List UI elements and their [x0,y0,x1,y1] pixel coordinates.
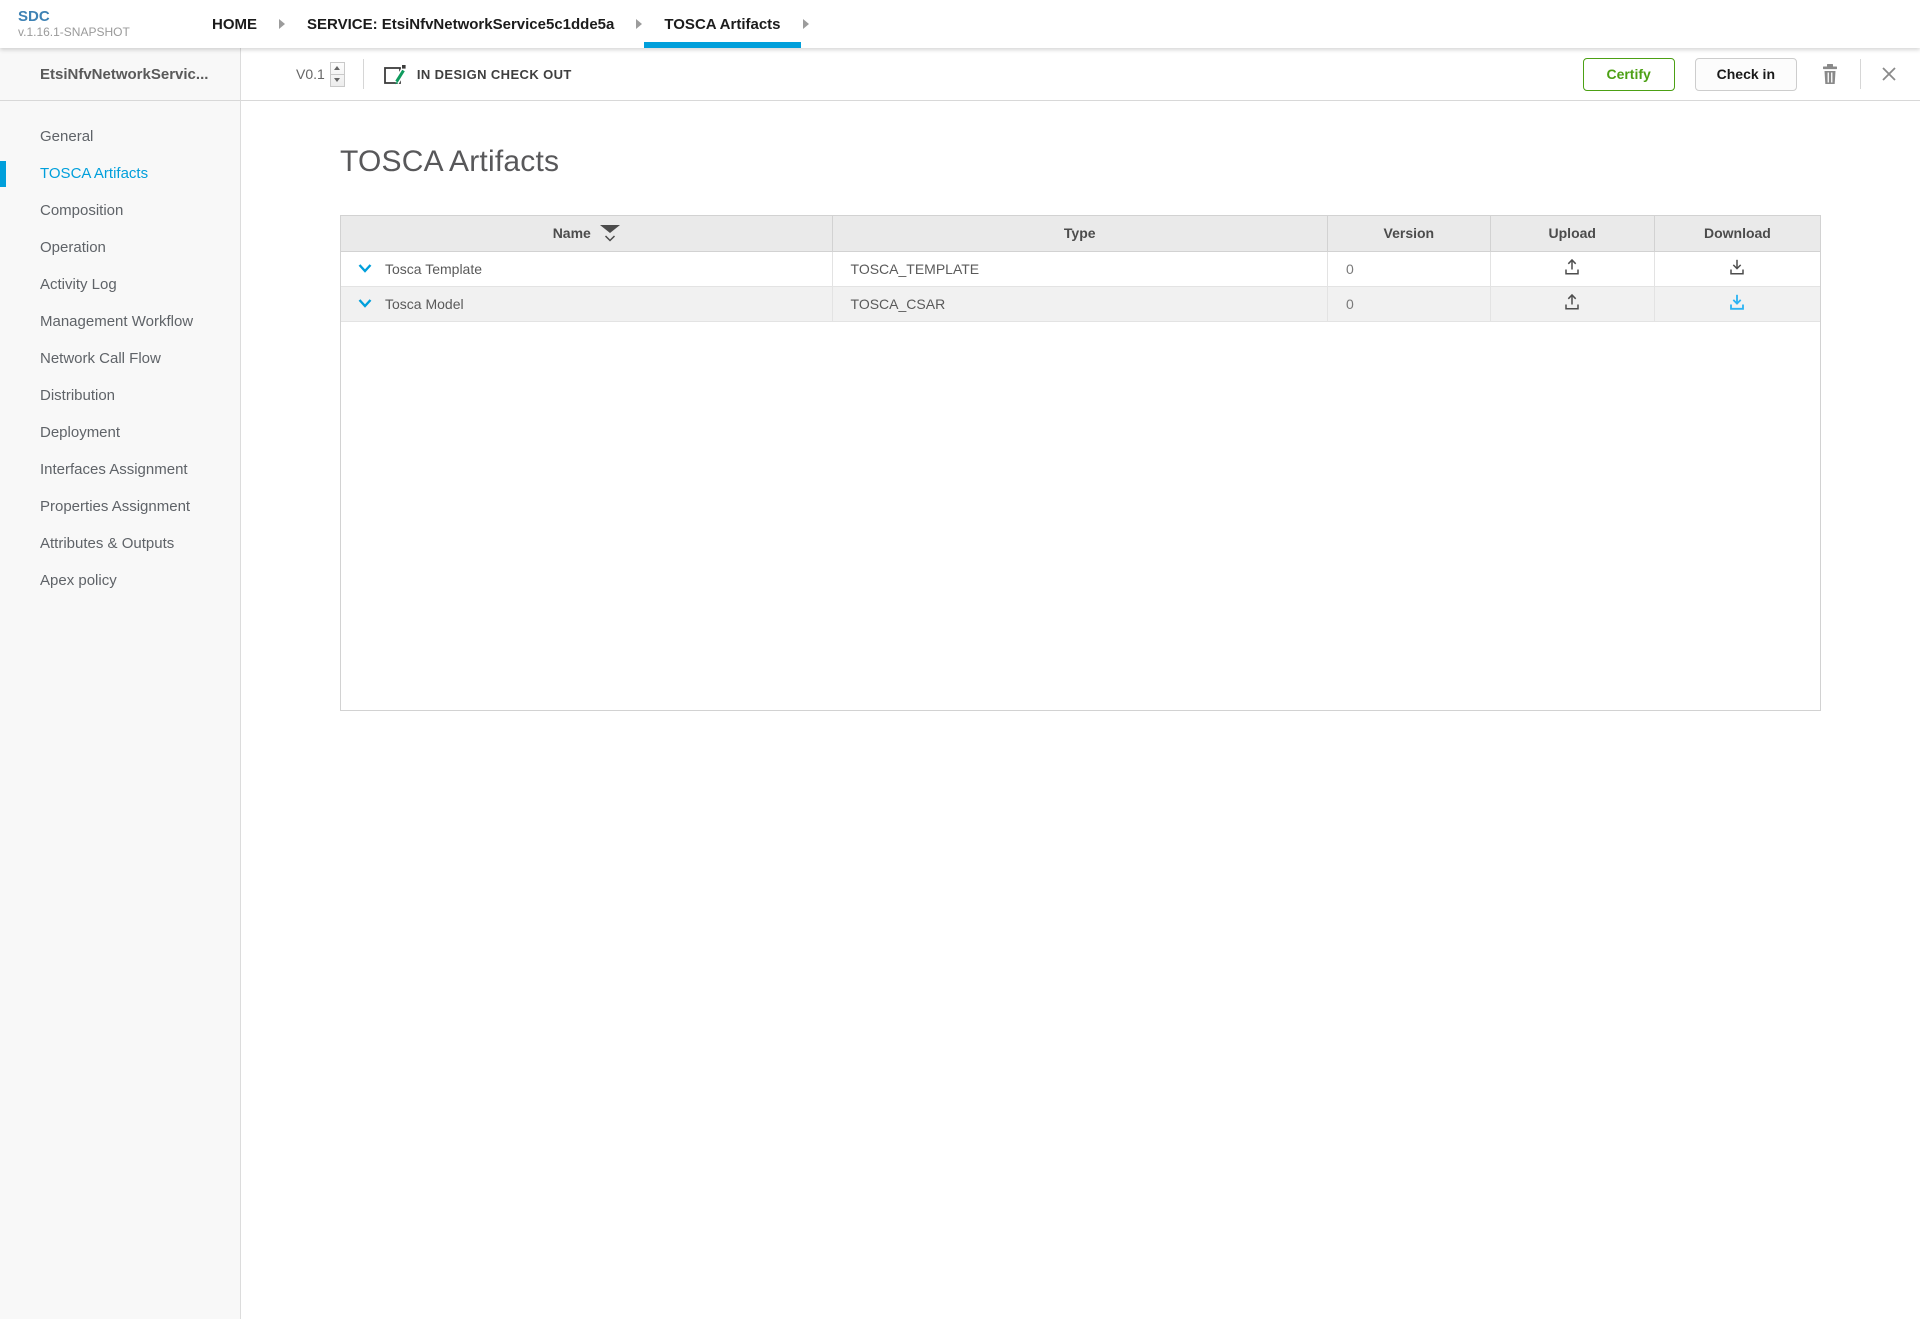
version-selector[interactable]: V0.1 [296,62,345,87]
top-nav-bar: SDC v.1.16.1-SNAPSHOT HOME SERVICE: Etsi… [0,0,1920,48]
action-toolbar: V0.1 IN DESIGN CHECK OUT [241,48,1920,101]
app-version-text: v.1.16.1-SNAPSHOT [18,26,196,40]
delete-button[interactable] [1819,62,1841,86]
column-header-download[interactable]: Download [1654,216,1820,251]
artifact-version: 0 [1327,286,1490,321]
breadcrumb-arrow-icon [636,19,642,29]
artifact-type: TOSCA_TEMPLATE [832,251,1327,286]
checkout-pencil-icon [382,62,407,87]
upload-icon[interactable] [1562,257,1582,280]
certify-button[interactable]: Certify [1583,58,1675,91]
expand-chevron-down-icon[interactable] [357,263,373,274]
sidebar-item-management-workflow[interactable]: Management Workflow [0,303,240,340]
breadcrumb-arrow-icon [803,19,809,29]
sub-header-row: EtsiNfvNetworkServic... V0.1 [0,48,1920,101]
left-nav-sidebar: General TOSCA Artifacts Composition Oper… [0,101,241,1319]
column-header-name-label: Name [553,225,591,241]
spinner-down-icon[interactable] [331,75,344,86]
download-icon[interactable] [1727,257,1747,280]
sidebar-item-general[interactable]: General [0,118,240,155]
logo-text: SDC [18,8,196,25]
table-header-row: Name Type Version Upload Downloa [341,216,1820,251]
close-button[interactable] [1880,65,1898,83]
sidebar-item-network-call-flow[interactable]: Network Call Flow [0,340,240,377]
artifact-version: 0 [1327,251,1490,286]
sidebar-item-interfaces-assignment[interactable]: Interfaces Assignment [0,451,240,488]
close-icon [1880,65,1898,83]
sidebar-item-activity-log[interactable]: Activity Log [0,266,240,303]
sidebar-item-tosca-artifacts[interactable]: TOSCA Artifacts [0,155,240,192]
breadcrumb-home[interactable]: HOME [212,0,257,48]
sidebar-item-attributes-outputs[interactable]: Attributes & Outputs [0,525,240,562]
table-row-tosca-model: Tosca Model TOSCA_CSAR 0 [341,286,1820,321]
sidebar-item-distribution[interactable]: Distribution [0,377,240,414]
lifecycle-status-text: IN DESIGN CHECK OUT [417,67,572,82]
breadcrumb-service[interactable]: SERVICE: EtsiNfvNetworkService5c1dde5a [307,0,614,48]
page-title: TOSCA Artifacts [340,144,1920,179]
body: General TOSCA Artifacts Composition Oper… [0,101,1920,1319]
artifacts-table: Name Type Version Upload Downloa [340,215,1821,711]
version-spinner[interactable] [330,62,345,87]
sdc-logo: SDC v.1.16.1-SNAPSHOT [18,0,196,48]
breadcrumb-arrow-icon [279,19,285,29]
sort-descending-icon[interactable] [600,225,620,242]
spinner-up-icon[interactable] [331,63,344,75]
table-row-tosca-template: Tosca Template TOSCA_TEMPLATE 0 [341,251,1820,286]
sidebar-item-deployment[interactable]: Deployment [0,414,240,451]
artifact-type: TOSCA_CSAR [832,286,1327,321]
trash-icon [1819,62,1841,86]
artifact-name: Tosca Model [385,296,464,312]
artifact-name: Tosca Template [385,261,482,277]
column-header-type[interactable]: Type [832,216,1327,251]
sidebar-item-properties-assignment[interactable]: Properties Assignment [0,488,240,525]
sdc-app: SDC v.1.16.1-SNAPSHOT HOME SERVICE: Etsi… [0,0,1920,1319]
toolbar-actions: Certify Check in [1583,58,1898,91]
toolbar-divider [363,59,364,89]
download-icon-highlighted[interactable] [1727,292,1747,315]
version-value: V0.1 [296,66,325,82]
service-name-title: EtsiNfvNetworkServic... [0,48,241,101]
expand-chevron-down-icon[interactable] [357,298,373,309]
sidebar-item-composition[interactable]: Composition [0,192,240,229]
column-header-upload[interactable]: Upload [1490,216,1654,251]
column-header-version[interactable]: Version [1327,216,1490,251]
sidebar-item-apex-policy[interactable]: Apex policy [0,562,240,599]
breadcrumb: HOME SERVICE: EtsiNfvNetworkService5c1dd… [212,0,831,48]
column-header-name[interactable]: Name [341,216,832,251]
main-content: TOSCA Artifacts Name [241,101,1920,1319]
lifecycle-status: IN DESIGN CHECK OUT [382,62,572,87]
check-in-button[interactable]: Check in [1695,58,1797,91]
upload-icon[interactable] [1562,292,1582,315]
toolbar-divider [1860,59,1861,89]
sidebar-item-operation[interactable]: Operation [0,229,240,266]
breadcrumb-tosca-artifacts[interactable]: TOSCA Artifacts [664,0,780,48]
